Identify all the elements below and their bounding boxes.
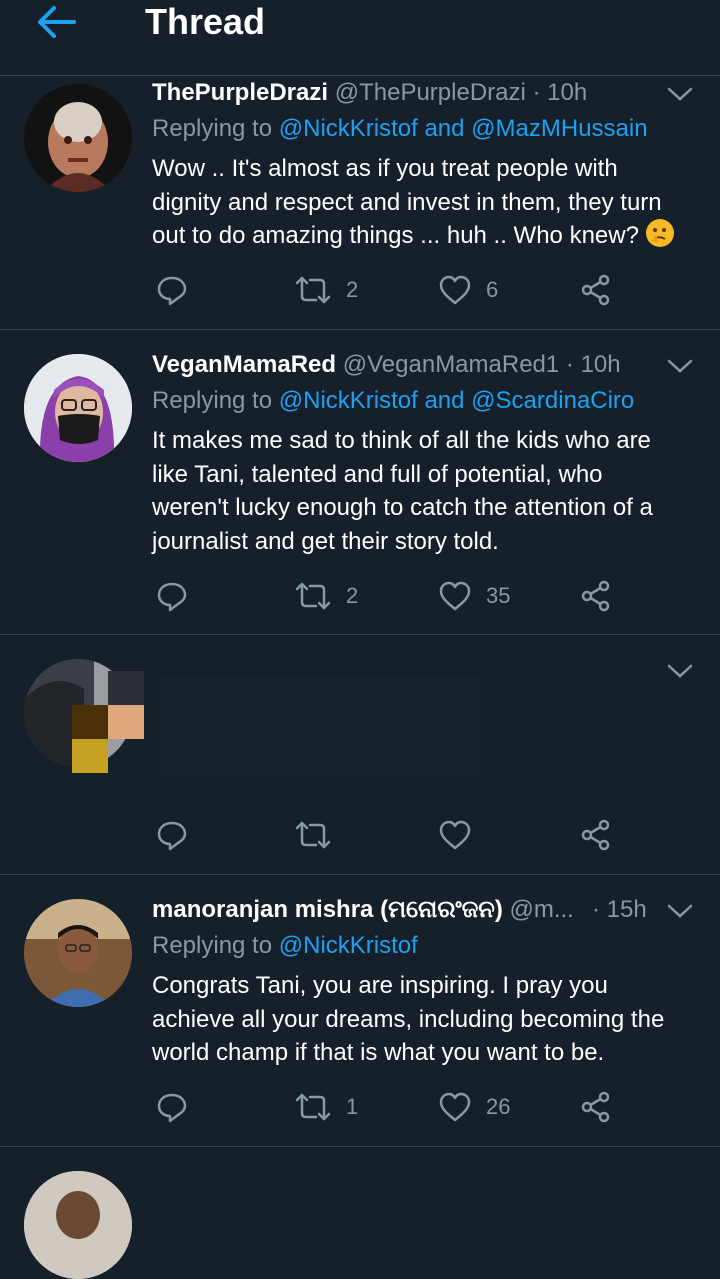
tweet-text-line: journalist and get their story told. xyxy=(152,527,499,555)
redacted-content xyxy=(160,675,480,775)
tweet-text: Congrats Tani, you are inspiring. I pray… xyxy=(152,969,697,1070)
tweet-actions: 2 6 xyxy=(152,272,622,308)
retweet-icon xyxy=(295,276,331,304)
tweet-text: Wow .. It's almost as if you treat peopl… xyxy=(152,152,697,253)
page-title: Thread xyxy=(145,1,266,42)
chevron-down-icon[interactable] xyxy=(666,901,694,921)
avatar[interactable] xyxy=(24,899,132,1007)
tweet-actions xyxy=(152,817,622,853)
timestamp: · 10h xyxy=(565,351,621,378)
display-name[interactable]: VeganMamaRed xyxy=(152,351,336,378)
thinking-face-emoji-icon xyxy=(645,219,674,247)
tweet[interactable] xyxy=(0,1147,720,1279)
like-count: 6 xyxy=(486,277,499,302)
avatar[interactable] xyxy=(24,84,132,192)
replying-to: Replying to @NickKristof xyxy=(152,929,418,963)
tweet-header: manoranjan mishra (ମନୋରଂଜନ) @m... xyxy=(152,893,574,927)
tweet-text-line: It makes me sad to think of all the kids… xyxy=(152,427,651,454)
like-count: 26 xyxy=(486,1094,511,1119)
tweet-text-line: achieve all your dreams, including becom… xyxy=(152,1005,665,1033)
share-button[interactable] xyxy=(580,578,612,614)
reply-button[interactable] xyxy=(156,1089,188,1125)
display-name[interactable]: manoranjan mishra (ମନୋରଂଜନ) xyxy=(152,896,503,923)
redacted-pixel-block xyxy=(72,671,144,773)
retweet-count: 2 xyxy=(346,583,359,608)
back-button[interactable] xyxy=(34,2,78,42)
heart-icon xyxy=(439,1092,471,1122)
share-icon xyxy=(581,580,610,612)
timestamp: · 10h xyxy=(532,79,588,106)
share-icon xyxy=(581,274,610,306)
timestamp: · 15h xyxy=(592,896,647,923)
share-button[interactable] xyxy=(580,272,612,308)
chevron-down-icon[interactable] xyxy=(666,356,694,376)
retweet-button[interactable]: 1 xyxy=(294,1089,358,1125)
retweet-button[interactable]: 2 xyxy=(294,272,358,308)
heart-icon xyxy=(439,820,471,850)
replying-label: Replying to xyxy=(152,387,279,414)
reply-button[interactable] xyxy=(156,817,188,853)
like-button[interactable]: 6 xyxy=(438,272,498,308)
share-icon xyxy=(581,1091,610,1123)
reply-mentions-link[interactable]: @NickKristof and @MazMHussain xyxy=(279,115,648,142)
chevron-down-icon[interactable] xyxy=(666,84,694,104)
retweet-count: 2 xyxy=(346,277,359,302)
retweet-icon xyxy=(295,1093,331,1121)
tweet-text-line: out to do amazing things ... huh .. Who … xyxy=(152,219,697,253)
tweet-text-line: Wow .. It's almost as if you treat peopl… xyxy=(152,155,618,182)
tweet[interactable] xyxy=(0,635,720,875)
reply-icon xyxy=(157,1093,187,1123)
reply-button[interactable] xyxy=(156,578,188,614)
tweet-text-line: world champ if that is what you want to … xyxy=(152,1039,605,1066)
like-count: 35 xyxy=(486,583,511,608)
tweet-text-line: dignity and respect and invest in them, … xyxy=(152,188,662,216)
tweet[interactable]: manoranjan mishra (ମନୋରଂଜନ) @m... · 15h … xyxy=(0,875,720,1147)
tweet-text-line: Congrats Tani, you are inspiring. I pray… xyxy=(152,972,608,999)
replying-to: Replying to @NickKristof and @ScardinaCi… xyxy=(152,384,634,418)
reply-mentions-link[interactable]: @NickKristof xyxy=(279,932,418,959)
replying-label: Replying to xyxy=(152,115,279,142)
replying-label: Replying to xyxy=(152,932,279,959)
reply-mentions-link[interactable]: @NickKristof and @ScardinaCiro xyxy=(279,387,635,414)
reply-icon xyxy=(157,821,187,851)
retweet-icon xyxy=(295,821,331,849)
retweet-icon xyxy=(295,582,331,610)
user-handle[interactable]: @VeganMamaRed1 xyxy=(343,351,560,378)
tweet-header: VeganMamaRed @VeganMamaRed1 · 10h xyxy=(152,348,621,382)
reply-icon xyxy=(157,276,187,306)
tweet-actions: 1 26 xyxy=(152,1089,622,1125)
tweet-text: It makes me sad to think of all the kids… xyxy=(152,424,697,558)
like-button[interactable]: 35 xyxy=(438,578,510,614)
heart-icon xyxy=(439,581,471,611)
top-bar: Thread xyxy=(0,0,720,76)
share-button[interactable] xyxy=(580,817,612,853)
user-handle[interactable]: @m... xyxy=(509,896,573,923)
replying-to: Replying to @NickKristof and @MazMHussai… xyxy=(152,112,648,146)
reply-icon xyxy=(157,582,187,612)
reply-button[interactable] xyxy=(156,272,188,308)
like-button[interactable]: 26 xyxy=(438,1089,510,1125)
avatar[interactable] xyxy=(24,1171,132,1279)
like-button[interactable] xyxy=(438,817,472,853)
avatar[interactable] xyxy=(24,354,132,462)
tweet-actions: 2 35 xyxy=(152,578,622,614)
tweet-text-line: weren't lucky enough to catch the attent… xyxy=(152,494,653,521)
tweet-header: ThePurpleDrazi @ThePurpleDrazi · 10h xyxy=(152,76,587,110)
chevron-down-icon[interactable] xyxy=(666,661,694,681)
retweet-button[interactable] xyxy=(294,817,332,853)
retweet-button[interactable]: 2 xyxy=(294,578,358,614)
display-name[interactable]: ThePurpleDrazi xyxy=(152,79,328,106)
arrow-left-icon xyxy=(38,6,76,38)
heart-icon xyxy=(439,275,471,305)
tweet[interactable]: ThePurpleDrazi @ThePurpleDrazi · 10h Rep… xyxy=(0,76,720,330)
share-button[interactable] xyxy=(580,1089,612,1125)
tweet-text-line: like Tani, talented and full of potentia… xyxy=(152,460,603,488)
tweet[interactable]: VeganMamaRed @VeganMamaRed1 · 10h Replyi… xyxy=(0,330,720,635)
user-handle[interactable]: @ThePurpleDrazi xyxy=(335,79,526,106)
share-icon xyxy=(581,819,610,851)
retweet-count: 1 xyxy=(346,1094,359,1119)
